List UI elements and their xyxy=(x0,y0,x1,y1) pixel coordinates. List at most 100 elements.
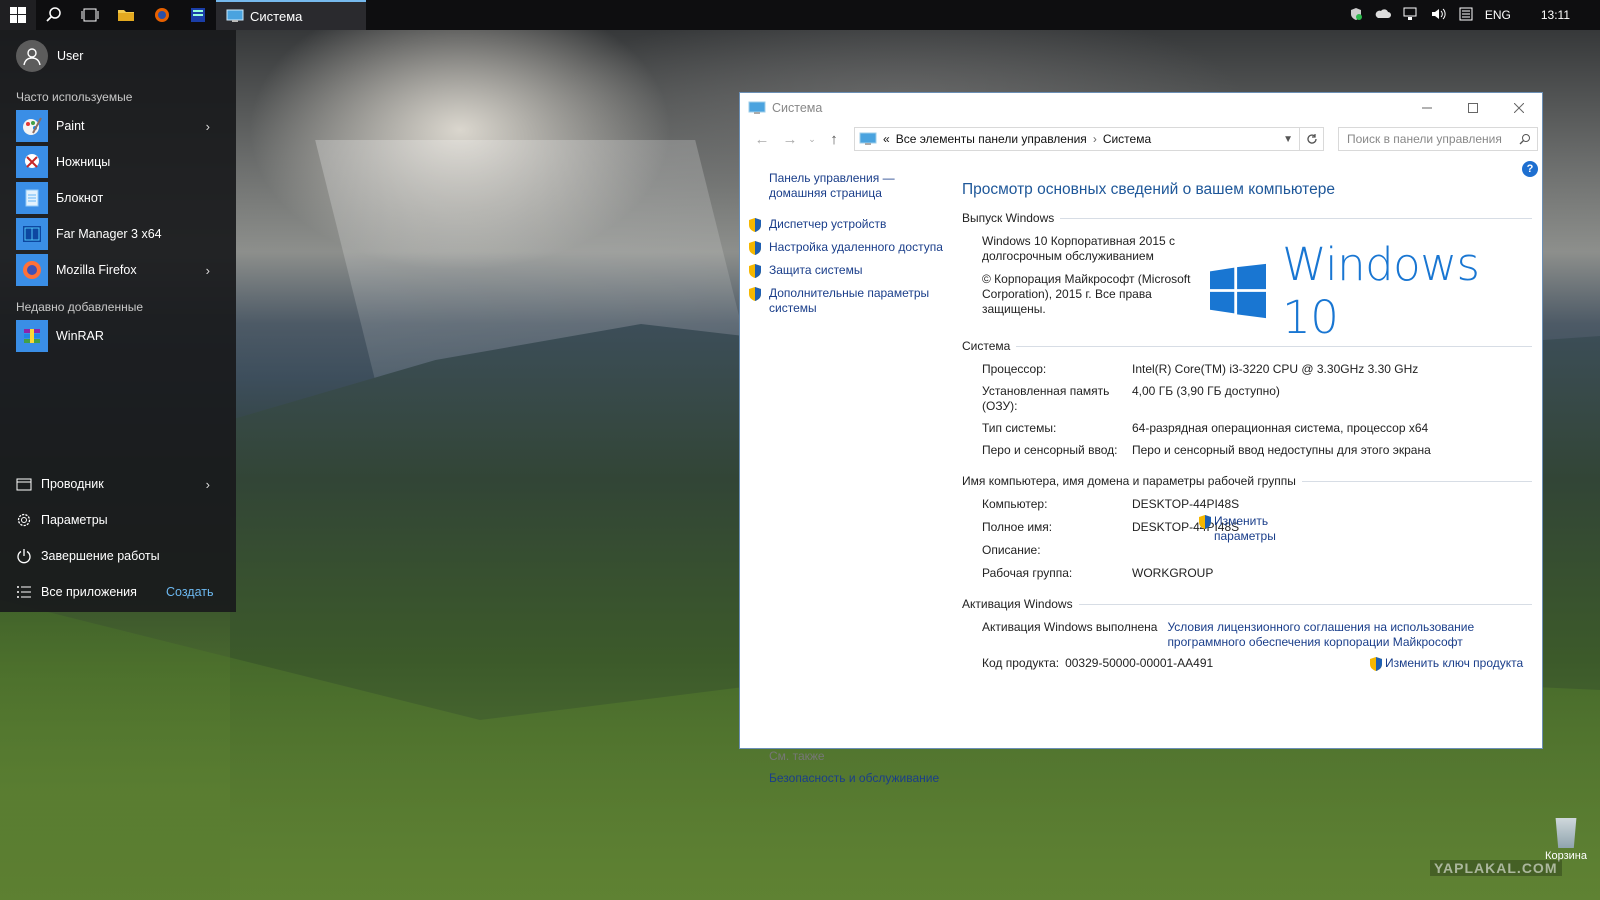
edition-name: Windows 10 Корпоративная 2015 с долгосро… xyxy=(982,234,1176,263)
breadcrumb-all-items[interactable]: Все элементы панели управления xyxy=(896,132,1087,146)
page-title: Просмотр основных сведений о вашем компь… xyxy=(962,181,1335,198)
section-divider xyxy=(1078,603,1532,605)
activation-status: Активация Windows выполнена xyxy=(982,620,1158,634)
task-view-button[interactable] xyxy=(72,0,108,30)
edition-block: Windows 10 Корпоративная 2015 с долгосро… xyxy=(962,234,1532,344)
product-key-row: Код продукта: 00329-50000-00001-AA491 Из… xyxy=(962,656,1532,671)
start-item-paint[interactable]: Paint › xyxy=(0,108,236,144)
product-key-value: 00329-50000-00001-AA491 xyxy=(1065,656,1214,670)
info-key: Перо и сенсорный ввод: xyxy=(982,443,1118,457)
start-item-firefox[interactable]: Mozilla Firefox › xyxy=(0,252,236,288)
info-value xyxy=(1132,543,1532,558)
system-window: Система ← → ⌄ ↑ « Все элементы панели уп… xyxy=(739,92,1543,785)
start-item-settings[interactable]: Параметры xyxy=(0,502,236,538)
close-button[interactable] xyxy=(1496,93,1542,123)
language-indicator[interactable]: ENG xyxy=(1485,8,1511,22)
info-key: Тип системы: xyxy=(982,421,1057,435)
change-settings-link[interactable]: Изменить параметры xyxy=(1198,514,1280,544)
uac-shield-icon xyxy=(749,287,761,301)
create-link[interactable]: Создать xyxy=(166,585,214,599)
remote-settings-link[interactable]: Настройка удаленного доступа xyxy=(740,240,950,255)
main-content: Просмотр основных сведений о вашем компь… xyxy=(962,165,1532,671)
minimize-button[interactable] xyxy=(1404,93,1450,123)
link-label: Защита системы xyxy=(769,263,863,277)
refresh-icon xyxy=(1306,134,1317,144)
start-item-snipping-tool[interactable]: Ножницы xyxy=(0,144,236,180)
onedrive-icon[interactable] xyxy=(1375,8,1391,23)
product-key-label: Код продукта: xyxy=(982,656,1060,670)
control-panel-home-link[interactable]: Панель управления — домашняя страница xyxy=(740,171,950,201)
chevron-right-icon[interactable]: › xyxy=(206,263,210,278)
breadcrumb-system[interactable]: Система xyxy=(1103,132,1151,146)
start-item-file-explorer[interactable]: Проводник › xyxy=(0,466,236,502)
chevron-right-icon[interactable]: › xyxy=(206,119,210,134)
address-bar[interactable]: « Все элементы панели управления › Систе… xyxy=(854,127,1324,151)
taskbar-far-manager[interactable] xyxy=(180,0,216,30)
security-maintenance-link[interactable]: Безопасность и обслуживание xyxy=(769,771,939,786)
windows-10-logo: Windows 10 xyxy=(1210,238,1532,344)
settings-gear-icon xyxy=(16,512,32,528)
change-product-key-link[interactable]: Изменить ключ продукта xyxy=(1369,656,1523,671)
start-item-shutdown[interactable]: Завершение работы xyxy=(0,538,236,574)
system-protection-link[interactable]: Защита системы xyxy=(740,263,950,278)
edition-copyright: © Корпорация Майкрософт (Microsoft Corpo… xyxy=(982,272,1191,316)
volume-icon[interactable] xyxy=(1431,7,1447,24)
recycle-bin[interactable]: Корзина xyxy=(1540,818,1592,862)
address-dropdown-icon[interactable]: ▼ xyxy=(1283,134,1293,145)
task-view-icon xyxy=(81,8,99,22)
notepad-icon xyxy=(16,182,48,214)
section-divider xyxy=(1016,345,1532,347)
taskbar-active-system-window[interactable]: Система xyxy=(216,0,366,30)
back-button[interactable]: ← xyxy=(748,131,776,148)
info-key: Процессор: xyxy=(982,362,1047,376)
up-button[interactable]: ↑ xyxy=(820,131,848,148)
advanced-settings-link[interactable]: Дополнительные параметры системы xyxy=(740,286,950,316)
maximize-button[interactable] xyxy=(1450,93,1496,123)
start-item-far-manager[interactable]: Far Manager 3 x64 xyxy=(0,216,236,252)
start-item-winrar[interactable]: WinRAR xyxy=(0,318,236,354)
section-heading-system: Система xyxy=(962,339,1532,353)
frequent-heading: Часто используемые xyxy=(16,90,133,104)
recycle-bin-icon xyxy=(1555,818,1577,848)
start-item-label: Ножницы xyxy=(56,155,111,169)
refresh-button[interactable] xyxy=(1299,128,1323,150)
info-key: Полное имя: xyxy=(982,520,1053,534)
network-icon[interactable] xyxy=(1403,7,1419,24)
clock[interactable]: 13:11 xyxy=(1541,8,1570,22)
link-label: Изменить параметры xyxy=(1214,514,1276,543)
taskbar-firefox[interactable] xyxy=(144,0,180,30)
far-manager-icon xyxy=(16,218,48,250)
user-name: User xyxy=(57,49,84,63)
window-controls xyxy=(1404,93,1542,123)
firefox-icon xyxy=(155,8,169,22)
search-placeholder: Поиск в панели управления xyxy=(1347,132,1502,146)
link-label: Настройка удаленного доступа xyxy=(769,240,943,254)
start-item-label: Mozilla Firefox xyxy=(56,263,137,277)
start-item-label: Завершение работы xyxy=(41,549,160,563)
uac-shield-icon xyxy=(749,264,761,278)
section-divider xyxy=(1301,480,1532,482)
taskbar-explorer[interactable] xyxy=(108,0,144,30)
close-icon xyxy=(1514,103,1524,113)
breadcrumb-overflow[interactable]: « xyxy=(883,132,890,146)
windows-logo-icon xyxy=(10,7,26,23)
see-also-heading: См. также xyxy=(769,749,825,763)
search-input[interactable]: Поиск в панели управления xyxy=(1338,127,1538,151)
info-row-pen-touch: Перо и сенсорный ввод: Перо и сенсорный … xyxy=(962,443,1532,458)
start-item-notepad[interactable]: Блокнот xyxy=(0,180,236,216)
device-manager-link[interactable]: Диспетчер устройств xyxy=(740,217,950,232)
start-menu: User Часто используемые Paint › Ножницы … xyxy=(0,30,236,612)
start-button[interactable] xyxy=(0,0,36,30)
defender-icon[interactable] xyxy=(1349,7,1363,24)
start-item-all-apps[interactable]: Все приложения Создать xyxy=(0,574,236,610)
info-row-processor: Процессор: Intel(R) Core(TM) i3-3220 CPU… xyxy=(962,362,1532,377)
search-button[interactable] xyxy=(36,0,72,30)
window-titlebar[interactable]: Система xyxy=(740,93,1542,123)
recent-locations-button[interactable]: ⌄ xyxy=(804,134,820,145)
chevron-right-icon[interactable]: › xyxy=(206,477,210,492)
action-center-icon[interactable] xyxy=(1459,7,1473,24)
computer-icon xyxy=(748,101,766,114)
forward-button[interactable]: → xyxy=(776,131,804,148)
license-terms-link[interactable]: Условия лицензионного соглашения на испо… xyxy=(1167,620,1487,650)
user-account[interactable]: User xyxy=(0,34,236,78)
